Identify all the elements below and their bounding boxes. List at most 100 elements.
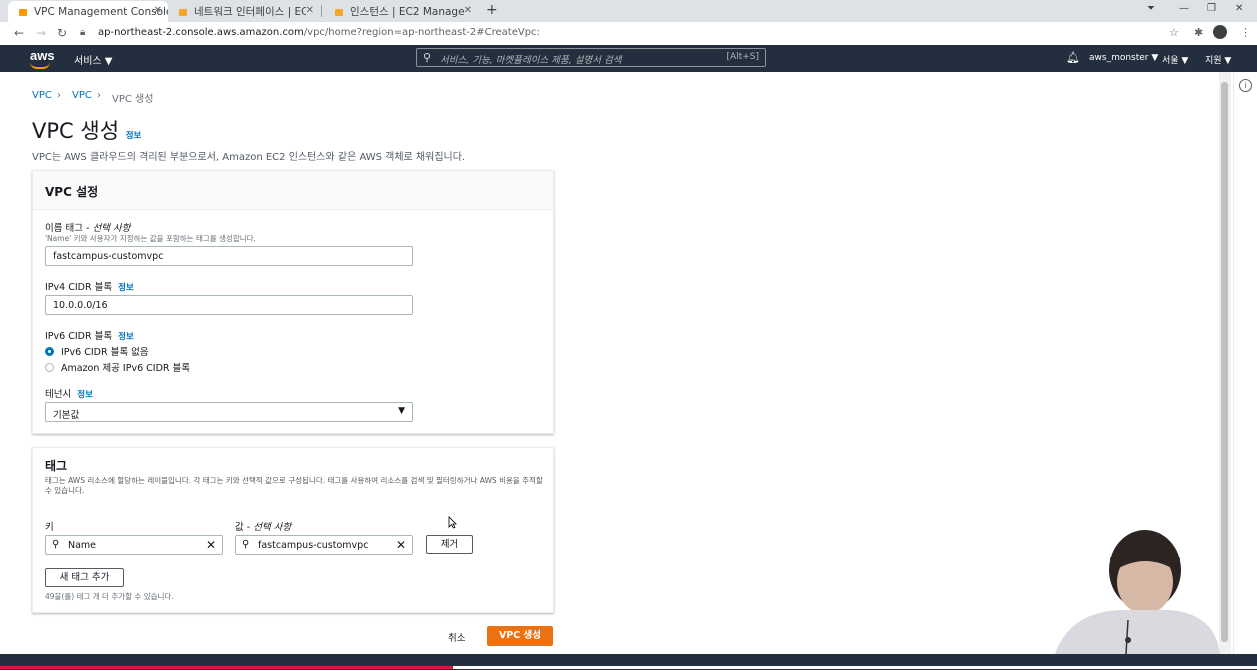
- search-shortcut: [Alt+S]: [726, 52, 759, 62]
- clear-icon[interactable]: ✕: [206, 538, 216, 552]
- breadcrumb-chevron-icon: ›: [97, 90, 101, 101]
- webcam-person-image: [1050, 520, 1220, 654]
- aws-favicon-icon: [178, 7, 188, 17]
- cancel-button[interactable]: 취소: [448, 630, 465, 644]
- forward-arrow-icon[interactable]: →: [36, 26, 46, 40]
- clear-icon[interactable]: ✕: [396, 538, 406, 552]
- tenancy-select[interactable]: 기본값 ▼: [45, 402, 413, 422]
- services-menu[interactable]: 서비스 ▼: [74, 52, 113, 67]
- support-menu[interactable]: 지원 ▼: [1205, 53, 1231, 66]
- name-tag-hint: 'Name' 키와 사용자가 지정하는 값을 포함하는 태그를 생성합니다.: [45, 234, 256, 243]
- address-bar: ← → ↻ 🔒︎ ap-northeast-2.console.aws.amaz…: [0, 22, 1257, 46]
- radio-selected-icon: [45, 346, 54, 356]
- tags-remaining-hint: 49을(를) 태그 개 더 추가할 수 있습니다.: [45, 592, 174, 601]
- remove-tag-button[interactable]: 제거: [426, 535, 473, 554]
- page-title: VPC 생성 정보: [32, 115, 141, 145]
- tenancy-selected-value: 기본값: [53, 410, 80, 421]
- account-menu[interactable]: aws_monster ▼: [1089, 53, 1158, 63]
- browser-menu-icon[interactable]: ⋮: [1240, 26, 1251, 39]
- info-circle-icon[interactable]: i: [1239, 79, 1252, 92]
- tags-description: 태그는 AWS 리소스에 할당하는 레이블입니다. 각 태그는 키와 선택적 값…: [45, 476, 543, 495]
- back-arrow-icon[interactable]: ←: [14, 26, 24, 40]
- ipv6-info-link[interactable]: 정보: [118, 332, 134, 342]
- tags-panel: 태그 태그는 AWS 리소스에 할당하는 레이블입니다. 각 태그는 키와 선택…: [32, 447, 554, 613]
- close-window-icon[interactable]: ✕: [1235, 3, 1243, 14]
- page-info-link[interactable]: 정보: [126, 131, 142, 141]
- url-field[interactable]: ap-northeast-2.console.aws.amazon.com/vp…: [98, 27, 540, 38]
- radio-no-ipv6-label: IPv6 CIDR 블록 없음: [61, 347, 149, 358]
- aws-navigation: aws 서비스 ▼ ⚲ 서비스, 기능, 마켓플레이스 제품, 설명서 검색 […: [0, 45, 1257, 72]
- tag-key-input[interactable]: ⚲ Name ✕: [45, 535, 223, 555]
- video-progress-bar[interactable]: [0, 666, 1257, 669]
- tab-divider: [321, 5, 322, 17]
- tag-value-value: fastcampus-customvpc: [258, 540, 369, 551]
- restore-icon[interactable]: ❐: [1207, 3, 1216, 14]
- radio-unselected-icon: [45, 362, 54, 372]
- ipv4-cidr-input[interactable]: 10.0.0.0/16: [45, 295, 413, 315]
- extensions-puzzle-icon[interactable]: ✱: [1194, 26, 1203, 39]
- minimize-icon[interactable]: —: [1179, 3, 1189, 14]
- tab-vpc-console[interactable]: VPC Management Console ✕: [8, 1, 168, 22]
- page-scrollbar[interactable]: [1219, 72, 1231, 654]
- vpc-settings-panel: VPC 설정 이름 태그 - 선택 사항 'Name' 키와 사용자가 지정하는…: [32, 170, 554, 434]
- close-tab-icon[interactable]: ✕: [154, 5, 162, 16]
- aws-favicon-icon: [334, 7, 344, 17]
- notifications-bell-icon[interactable]: 🔔︎: [1066, 51, 1080, 64]
- close-tab-icon[interactable]: ✕: [464, 5, 472, 16]
- radio-no-ipv6[interactable]: IPv6 CIDR 블록 없음: [45, 344, 149, 358]
- add-tag-button[interactable]: 새 태그 추가: [45, 568, 124, 587]
- bookmark-star-icon[interactable]: ☆: [1169, 26, 1179, 39]
- url-path: /vpc/home?region=ap-northeast-2#CreateVp…: [303, 27, 540, 38]
- profile-avatar[interactable]: [1213, 25, 1227, 39]
- tag-key-value: Name: [68, 540, 97, 551]
- aws-logo[interactable]: aws: [30, 48, 55, 69]
- radio-amazon-ipv6-label: Amazon 제공 IPv6 CIDR 블록: [61, 363, 190, 374]
- video-progress-fill: [0, 666, 453, 669]
- tab-network-interfaces[interactable]: 네트워크 인터페이스 | EC2 ✕: [168, 1, 320, 22]
- name-tag-input[interactable]: fastcampus-customvpc: [45, 246, 413, 266]
- search-icon: ⚲: [52, 539, 60, 550]
- aws-smile-icon: [30, 62, 50, 69]
- caret-down-icon: ▼: [104, 56, 113, 67]
- scrollbar-thumb[interactable]: [1221, 82, 1228, 642]
- breadcrumb-vpc-root[interactable]: VPC: [32, 90, 52, 101]
- new-tab-icon[interactable]: +: [486, 2, 498, 18]
- ipv4-cidr-label: IPv4 CIDR 블록 정보: [45, 279, 134, 293]
- url-host: ap-northeast-2.console.aws.amazon.com: [98, 27, 304, 38]
- create-vpc-button[interactable]: VPC 생성: [487, 626, 553, 646]
- breadcrumb-current: VPC 생성: [112, 94, 154, 105]
- search-placeholder: 서비스, 기능, 마켓플레이스 제품, 설명서 검색: [440, 55, 622, 66]
- ipv4-cidr-label-text: IPv4 CIDR 블록: [45, 282, 113, 293]
- console-search[interactable]: ⚲ 서비스, 기능, 마켓플레이스 제품, 설명서 검색 [Alt+S]: [416, 48, 766, 67]
- tag-value-label-text: 값 -: [235, 522, 254, 533]
- radio-amazon-ipv6[interactable]: Amazon 제공 IPv6 CIDR 블록: [45, 360, 190, 374]
- tag-value-label: 값 - 선택 사항: [235, 519, 291, 533]
- tab-title: 인스턴스 | EC2 Managemen: [350, 6, 464, 18]
- breadcrumb-vpc[interactable]: VPC: [72, 90, 92, 101]
- lock-icon[interactable]: 🔒︎: [80, 27, 85, 38]
- search-icon: ⚲: [242, 539, 250, 550]
- page-description: VPC는 AWS 클라우드의 격리된 부분으로서, Amazon EC2 인스턴…: [32, 152, 466, 163]
- vpc-settings-header: VPC 설정: [33, 171, 553, 210]
- vpc-settings-heading: VPC 설정: [45, 185, 99, 199]
- aws-logo-text: aws: [30, 48, 55, 63]
- tab-search-icon[interactable]: ⏷: [1147, 3, 1155, 14]
- tenancy-info-link[interactable]: 정보: [77, 390, 93, 400]
- tenancy-label: 테넌시 정보: [45, 386, 93, 400]
- account-name: aws_monster: [1089, 53, 1149, 63]
- close-tab-icon[interactable]: ✕: [306, 5, 314, 16]
- ipv4-info-link[interactable]: 정보: [118, 283, 134, 293]
- name-tag-label: 이름 태그 - 선택 사항: [45, 220, 130, 234]
- tenancy-label-text: 테넌시: [45, 389, 72, 400]
- console-footer: [0, 654, 1257, 670]
- page-title-text: VPC 생성: [32, 119, 120, 143]
- reload-icon[interactable]: ↻: [57, 26, 67, 40]
- tag-key-label: 키: [45, 522, 54, 533]
- tab-instances[interactable]: 인스턴스 | EC2 Managemen ✕: [324, 1, 478, 22]
- region-menu[interactable]: 서울 ▼: [1162, 53, 1188, 66]
- tag-value-input[interactable]: ⚲ fastcampus-customvpc ✕: [235, 535, 413, 555]
- support-label: 지원: [1205, 56, 1222, 66]
- ipv6-cidr-label-text: IPv6 CIDR 블록: [45, 331, 113, 342]
- mouse-cursor-icon: [448, 516, 457, 532]
- breadcrumb-chevron-icon: ›: [57, 90, 61, 101]
